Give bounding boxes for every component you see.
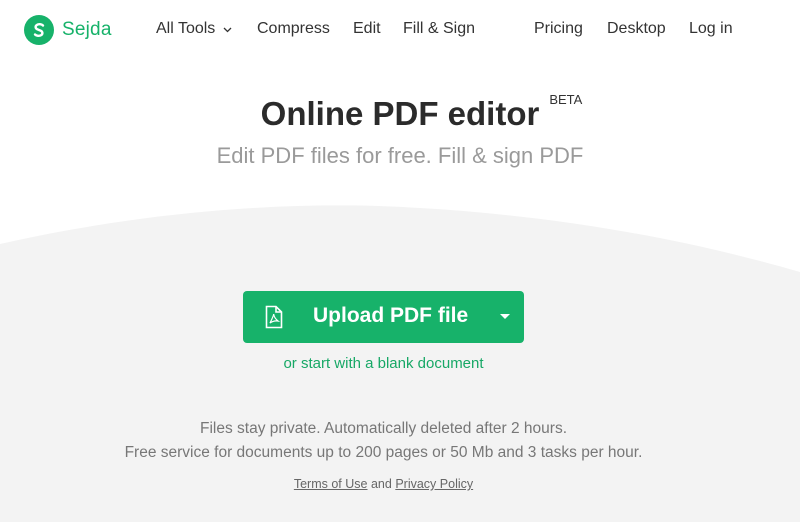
page-subtitle: Edit PDF files for free. Fill & sign PDF [216, 143, 584, 168]
chevron-down-icon [223, 20, 232, 38]
nav-edit[interactable]: Edit [353, 20, 381, 38]
top-nav: Sejda All Tools Compress Edit Fill & Sig… [0, 0, 800, 62]
upload-options-toggle[interactable] [486, 291, 524, 343]
nav-all-tools[interactable]: All Tools [156, 20, 232, 38]
nav-login[interactable]: Log in [689, 20, 733, 38]
title-text: Online PDF editor [260, 95, 540, 132]
pdf-file-icon [265, 305, 283, 329]
nav-pricing[interactable]: Pricing [534, 20, 583, 38]
limits-note: Free service for documents up to 200 pag… [124, 444, 643, 461]
nav-fill-sign[interactable]: Fill & Sign [403, 20, 475, 38]
beta-badge: BETA [549, 92, 583, 107]
page-title: Online PDF editor BETA [0, 92, 800, 133]
privacy-link[interactable]: Privacy Policy [395, 477, 473, 491]
legal-and: and [370, 477, 392, 491]
privacy-note: Files stay private. Automatically delete… [199, 420, 567, 437]
title-wrap: Online PDF editor BETA [260, 92, 583, 133]
nav-all-tools-label: All Tools [156, 20, 216, 38]
terms-link[interactable]: Terms of Use [294, 477, 368, 491]
upload-button-label: Upload PDF file [313, 304, 469, 327]
caret-down-icon [500, 314, 510, 319]
blank-document-link[interactable]: or start with a blank document [0, 355, 767, 372]
upload-pdf-button[interactable]: Upload PDF file [243, 291, 524, 343]
nav-desktop[interactable]: Desktop [607, 20, 666, 38]
logo-text: Sejda [62, 19, 112, 40]
nav-compress[interactable]: Compress [257, 20, 330, 38]
sejda-logo-icon [24, 15, 54, 45]
logo-link[interactable]: Sejda [24, 15, 112, 45]
legal-links: Terms of Use and Privacy Policy [0, 477, 767, 491]
